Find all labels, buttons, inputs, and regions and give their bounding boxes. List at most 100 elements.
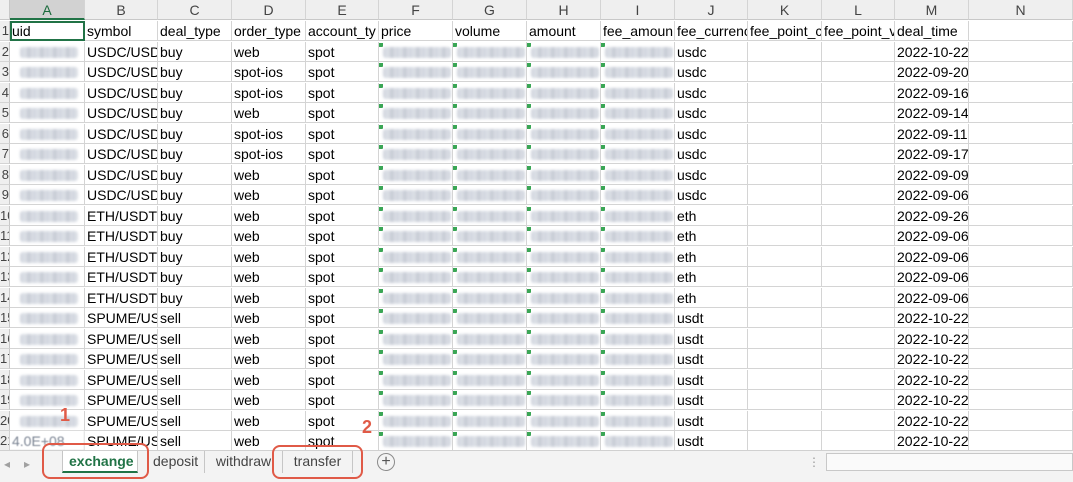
cell-b[interactable]: ETH/USDT bbox=[85, 287, 158, 308]
cell-g[interactable] bbox=[453, 205, 527, 226]
cell-l[interactable] bbox=[822, 246, 895, 267]
cell-b[interactable]: SPUME/USDT bbox=[85, 308, 158, 328]
cell-m[interactable]: deal_time bbox=[895, 21, 969, 41]
cell-b[interactable]: USDC/USDT bbox=[85, 185, 158, 205]
cell-a[interactable] bbox=[10, 246, 85, 267]
cell-a[interactable] bbox=[10, 82, 85, 103]
cell-d[interactable]: web bbox=[232, 410, 306, 431]
cell-a[interactable] bbox=[10, 62, 85, 82]
cell-l[interactable]: fee_point_v bbox=[822, 21, 895, 41]
cell-d[interactable]: web bbox=[232, 164, 306, 185]
cell-d[interactable]: web bbox=[232, 267, 306, 287]
row-header[interactable]: 4 bbox=[0, 82, 10, 103]
cell-j[interactable]: usdc bbox=[675, 62, 748, 82]
cell-g[interactable] bbox=[453, 103, 527, 123]
cell-b[interactable]: ETH/USDT bbox=[85, 267, 158, 287]
cell-m[interactable]: 2022-10-22 19:41:37 bbox=[895, 328, 969, 349]
cell-f[interactable] bbox=[379, 205, 453, 226]
cell-d[interactable]: web bbox=[232, 369, 306, 390]
column-header-k[interactable]: K bbox=[748, 0, 822, 20]
cell-g[interactable] bbox=[453, 62, 527, 82]
cell-e[interactable]: spot bbox=[306, 164, 379, 185]
cell-m[interactable]: 2022-09-06 15:43:24 bbox=[895, 267, 969, 287]
cell-f[interactable] bbox=[379, 246, 453, 267]
cell-c[interactable]: buy bbox=[158, 82, 232, 103]
spreadsheet-grid[interactable]: ABCDEFGHIJKLMN 1 uid symbol deal_type order_… bbox=[0, 0, 1073, 450]
cell-b[interactable]: USDC/USDT bbox=[85, 41, 158, 62]
cell-l[interactable] bbox=[822, 349, 895, 369]
cell-j[interactable]: fee_currenc bbox=[675, 21, 748, 41]
cell-a[interactable] bbox=[10, 287, 85, 308]
cell-h[interactable] bbox=[527, 205, 601, 226]
cell-n[interactable] bbox=[969, 226, 1073, 246]
cell-c[interactable]: sell bbox=[158, 431, 232, 450]
cell-b[interactable]: USDC/USDT bbox=[85, 103, 158, 123]
cell-a[interactable] bbox=[10, 267, 85, 287]
next-sheet-arrow-icon[interactable]: ▸ bbox=[24, 457, 30, 471]
cell-i[interactable] bbox=[601, 164, 675, 185]
cell-g[interactable] bbox=[453, 41, 527, 62]
cell-m[interactable]: 2022-10-22 19:43:29 bbox=[895, 41, 969, 62]
cell-m[interactable]: 2022-09-20 20:53:08 bbox=[895, 62, 969, 82]
cell-k[interactable] bbox=[748, 226, 822, 246]
cell-e[interactable]: spot bbox=[306, 369, 379, 390]
cell-j[interactable]: eth bbox=[675, 287, 748, 308]
cell-b[interactable]: ETH/USDT bbox=[85, 205, 158, 226]
cell-h[interactable] bbox=[527, 41, 601, 62]
cell-j[interactable]: usdc bbox=[675, 123, 748, 144]
cell-m[interactable]: 2022-10-22 19:41:37 bbox=[895, 390, 969, 410]
cell-j[interactable]: usdc bbox=[675, 144, 748, 164]
cell-n[interactable] bbox=[969, 82, 1073, 103]
cell-i[interactable] bbox=[601, 246, 675, 267]
cell-l[interactable] bbox=[822, 164, 895, 185]
cell-h[interactable] bbox=[527, 185, 601, 205]
cell-j[interactable]: usdt bbox=[675, 349, 748, 369]
cell-i[interactable] bbox=[601, 287, 675, 308]
cell-g[interactable] bbox=[453, 123, 527, 144]
cell-e[interactable]: spot bbox=[306, 185, 379, 205]
cell-n[interactable] bbox=[969, 246, 1073, 267]
cell-g[interactable] bbox=[453, 287, 527, 308]
cell-j[interactable]: usdc bbox=[675, 41, 748, 62]
cell-a[interactable] bbox=[10, 349, 85, 369]
cell-b[interactable]: ETH/USDT bbox=[85, 246, 158, 267]
cell-k[interactable] bbox=[748, 205, 822, 226]
cell-n[interactable] bbox=[969, 369, 1073, 390]
cell-i[interactable] bbox=[601, 390, 675, 410]
cell-c[interactable]: buy bbox=[158, 226, 232, 246]
row-header[interactable]: 7 bbox=[0, 144, 10, 164]
cell-n[interactable] bbox=[969, 287, 1073, 308]
cell-b[interactable]: USDC/USDT bbox=[85, 62, 158, 82]
cell-m[interactable]: 2022-09-06 15:44:00 bbox=[895, 226, 969, 246]
cell-g[interactable] bbox=[453, 390, 527, 410]
row-header[interactable]: 17 bbox=[0, 349, 10, 369]
cell-m[interactable]: 2022-10-22 19:41:37 bbox=[895, 369, 969, 390]
cell-n[interactable] bbox=[969, 390, 1073, 410]
cell-g[interactable] bbox=[453, 82, 527, 103]
cell-d[interactable]: web bbox=[232, 41, 306, 62]
cell-b[interactable]: SPUME/USDT bbox=[85, 390, 158, 410]
cell-d[interactable]: order_type bbox=[232, 21, 306, 41]
cell-l[interactable] bbox=[822, 308, 895, 328]
cell-j[interactable]: eth bbox=[675, 226, 748, 246]
cell-n[interactable] bbox=[969, 308, 1073, 328]
cell-j[interactable]: usdt bbox=[675, 410, 748, 431]
column-header-b[interactable]: B bbox=[85, 0, 158, 20]
cell-f[interactable] bbox=[379, 123, 453, 144]
cell-k[interactable] bbox=[748, 328, 822, 349]
row-header[interactable]: 16 bbox=[0, 328, 10, 349]
column-header-g[interactable]: G bbox=[453, 0, 527, 20]
cell-e[interactable]: spot bbox=[306, 328, 379, 349]
cell-c[interactable]: buy bbox=[158, 41, 232, 62]
cell-c[interactable]: buy bbox=[158, 287, 232, 308]
cell-c[interactable]: buy bbox=[158, 103, 232, 123]
cell-d[interactable]: web bbox=[232, 390, 306, 410]
cell-a[interactable] bbox=[10, 308, 85, 328]
cell-f[interactable] bbox=[379, 226, 453, 246]
cell-j[interactable]: usdt bbox=[675, 308, 748, 328]
cell-f[interactable] bbox=[379, 267, 453, 287]
row-header[interactable]: 20 bbox=[0, 410, 10, 431]
cell-f[interactable] bbox=[379, 431, 453, 450]
cell-e[interactable]: spot bbox=[306, 226, 379, 246]
cell-k[interactable] bbox=[748, 390, 822, 410]
